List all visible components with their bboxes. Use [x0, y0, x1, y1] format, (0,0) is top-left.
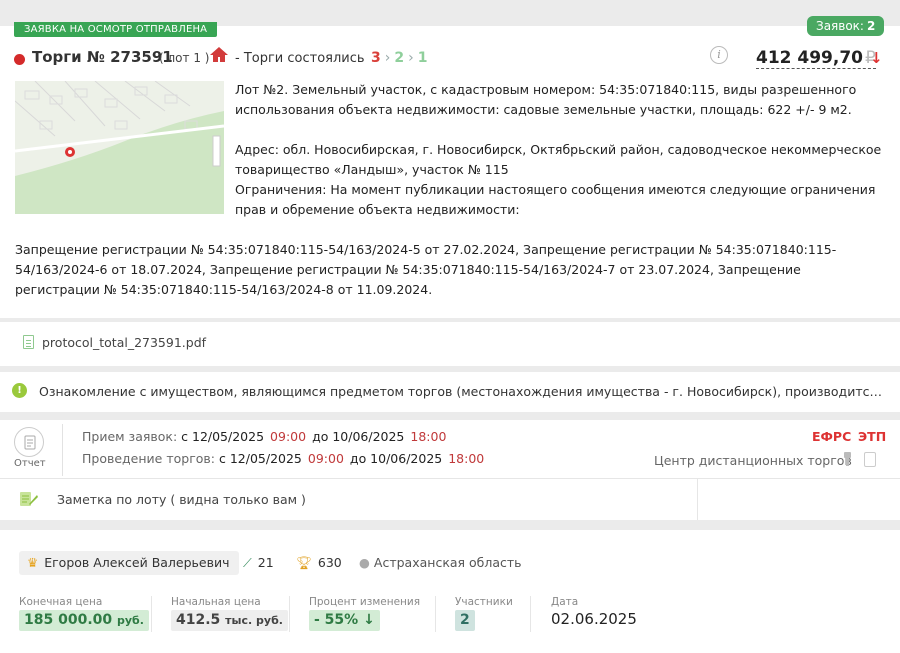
step-indicator: 3 › 2 › 1 [371, 50, 427, 66]
divider [62, 424, 63, 476]
lot-restrictions: Ограничения: На момент публикации настоя… [235, 182, 876, 217]
trade-status: - Торги состоялись [235, 51, 365, 66]
divider [530, 596, 531, 632]
report-button[interactable] [14, 427, 44, 457]
hammer-icon [843, 452, 852, 468]
auction-from: с 12/05/2025 [218, 451, 302, 466]
step-1: 1 [417, 50, 428, 66]
lot-address: Адрес: обл. Новосибирская, г. Новосибирс… [235, 142, 882, 177]
lot-title[interactable]: Торги № 273591 [32, 48, 173, 66]
attachment-row: protocol_total_273591.pdf [0, 322, 900, 366]
applications-from-time: 09:00 [270, 429, 307, 444]
report-icon [24, 435, 36, 450]
arrow-down-icon: ↓ [870, 49, 883, 67]
etp-link[interactable]: ЭТП [858, 429, 886, 444]
location-pin-icon: ● [359, 555, 370, 570]
start-price: Начальная цена 412.5 тыс. руб. [171, 596, 288, 631]
lot-map[interactable] [15, 81, 224, 214]
participants-value: 2 [455, 610, 475, 631]
status-tag: ЗАЯВКА НА ОСМОТР ОТПРАВЛЕНА [14, 22, 218, 37]
applications-to: до 10/06/2025 [312, 429, 405, 444]
date-value: 02.06.2025 [551, 610, 637, 628]
lot-number: ( лот 1 ) [159, 51, 210, 65]
final-price-value: 185 000.00 руб. [19, 610, 149, 631]
auction-to-time: 18:00 [448, 451, 485, 466]
house-icon[interactable] [209, 46, 229, 63]
lot-description: Лот №2. Земельный участок, с кадастровым… [235, 80, 885, 220]
bids-label: Заявок: [816, 19, 864, 33]
participants-label: Участники [455, 596, 513, 608]
report-label: Отчет [14, 458, 46, 469]
lot-price[interactable]: 412 499,70 ₽ [756, 48, 876, 69]
start-price-value: 412.5 тыс. руб. [171, 610, 288, 631]
auction-to: до 10/06/2025 [349, 451, 443, 466]
divider [151, 596, 152, 632]
date-label: Дата [551, 596, 579, 608]
efrs-link[interactable]: ЕФРС [812, 429, 851, 444]
price-change-label: Процент изменения [309, 596, 421, 608]
bids-count: 2 [866, 19, 876, 33]
result-card: ♛ Егоров Алексей Валерьевич ⟋ 21 🏆︎ 630 ● Ас… [0, 530, 900, 653]
notice-text[interactable]: Ознакомление с имуществом, являющимся пр… [39, 384, 884, 399]
applications-from: с 12/05/2025 [181, 429, 265, 444]
applications-period: Прием заявок: с 12/05/2025 09:00 до 10/06/… [82, 429, 452, 444]
document-icon[interactable] [864, 452, 876, 467]
file-icon [23, 335, 34, 349]
lot-card: ЗАЯВКА НА ОСМОТР ОТПРАВЛЕНА Заявок: 2 Тор… [0, 16, 900, 318]
growth-value: 21 [257, 555, 274, 570]
step-3: 3 [371, 50, 381, 66]
price-change: Процент изменения - 55% ↓ [309, 596, 420, 631]
applications-to-time: 18:00 [410, 429, 447, 444]
result-date: Дата 02.06.2025 [551, 596, 637, 628]
lot-note-input[interactable]: Заметка по лоту ( видна только вам ) [57, 492, 306, 507]
file-link[interactable]: protocol_total_273591.pdf [42, 335, 206, 350]
winner-name: Егоров Алексей Валерьевич [44, 555, 230, 570]
status-dot [14, 54, 25, 65]
step-2: 2 [394, 50, 405, 66]
auction-period: Проведение торгов: с 12/05/2025 09:00 до 1… [82, 451, 490, 466]
divider [289, 596, 290, 632]
applications-label: Прием заявок: [82, 429, 178, 444]
lot-text: Лот №2. Земельный участок, с кадастровым… [235, 82, 857, 117]
platform-name[interactable]: Центр дистанционных торгов [654, 453, 852, 468]
alert-icon: ! [12, 383, 27, 398]
participants: Участники 2 [455, 596, 513, 631]
arrow-down-icon: ↓ [363, 612, 375, 628]
winner-badge[interactable]: ♛ Егоров Алексей Валерьевич [19, 551, 240, 575]
divider [0, 478, 900, 479]
crown-icon: ♛ [27, 555, 39, 570]
auction-label: Проведение торгов: [82, 451, 215, 466]
bids-badge[interactable]: Заявок: 2 [807, 16, 885, 36]
final-price: Конечная цена 185 000.00 руб. [19, 596, 149, 631]
region-name: Астраханская область [373, 555, 522, 570]
edit-note-icon [19, 490, 39, 508]
chevron-right-icon: › [384, 50, 391, 66]
chart-icon: ⟋ [243, 555, 252, 570]
chevron-right-icon: › [408, 50, 414, 66]
info-icon[interactable]: i [710, 46, 728, 64]
auction-from-time: 09:00 [307, 451, 344, 466]
region: ● Астраханская область [359, 555, 522, 570]
divider [697, 478, 698, 520]
trophy-stat: 🏆︎ 630 [296, 555, 342, 571]
trophy-icon: 🏆︎ [296, 555, 312, 570]
price-value: 412 499,70 [756, 48, 864, 68]
notice-bar: ! Ознакомление с имуществом, являющимся … [0, 372, 900, 412]
divider [435, 596, 436, 632]
price-change-value: - 55% ↓ [309, 610, 380, 631]
final-price-label: Конечная цена [19, 596, 103, 608]
lot-restrictions-details: Запрещение регистрации № 54:35:071840:11… [15, 242, 837, 297]
growth-stat: ⟋ 21 [243, 555, 274, 571]
trophy-value: 630 [317, 555, 342, 570]
schedule-card: Отчет Прием заявок: с 12/05/2025 09:00 до … [0, 420, 900, 520]
start-price-label: Начальная цена [171, 596, 261, 608]
